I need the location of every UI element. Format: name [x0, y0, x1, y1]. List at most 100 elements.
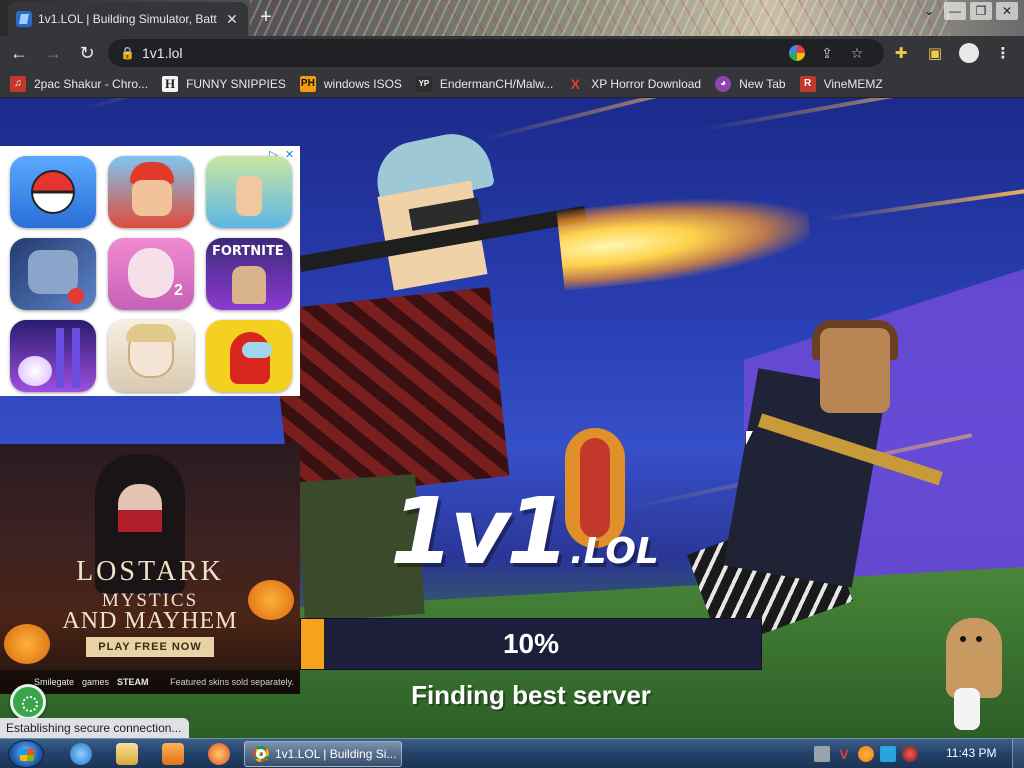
dancing-hamster [946, 618, 1002, 698]
tray-search-icon[interactable] [858, 746, 874, 762]
app-icon-anime-game[interactable] [108, 320, 194, 392]
side-panel-icon[interactable]: ▣ [920, 39, 950, 67]
bookmark-label: New Tab [739, 76, 786, 91]
lost-ark-title: LOSTARK [76, 556, 224, 587]
forward-arrow-icon[interactable]: → [38, 38, 68, 68]
lock-icon[interactable]: 🔒 [120, 46, 136, 60]
x-favicon-icon: X [570, 75, 580, 92]
tab-title: 1v1.LOL | Building Simulator, Batt [38, 12, 217, 26]
restore-icon[interactable]: ❐ [970, 2, 992, 20]
disclaimer-text: Featured skins sold separately. [170, 677, 294, 687]
media-player-icon[interactable] [162, 743, 184, 765]
browser-toolbar: ← → ↻ 🔒 1v1.lol ⇪ ☆ ✚ ▣ ⋮ [0, 36, 1024, 70]
minimize-icon[interactable]: — [944, 2, 966, 20]
bookmark-endermanch[interactable]: YP EndermanCH/Malw... [415, 75, 554, 92]
bookmark-star-icon[interactable]: ☆ [842, 45, 872, 62]
mouse-cursor-icon [746, 431, 753, 445]
bullet-streak [479, 98, 772, 142]
url-text[interactable]: 1v1.lol [142, 45, 782, 61]
app-icon-puzzle-game[interactable] [206, 156, 292, 228]
tray-v-icon[interactable]: V [836, 746, 852, 762]
address-bar[interactable]: 🔒 1v1.lol ⇪ ☆ [108, 39, 884, 67]
bookmarks-bar: ♫ 2pac Shakur - Chro... H FUNNY SNIPPIES… [0, 70, 1024, 98]
bookmark-label: XP Horror Download [591, 76, 702, 91]
show-desktop-button[interactable] [1012, 739, 1024, 768]
pinned-app-icon[interactable] [208, 743, 230, 765]
bookmark-2pac[interactable]: ♫ 2pac Shakur - Chro... [10, 75, 149, 92]
logo-main-text: 1v1 [390, 478, 570, 585]
ph-favicon-icon: PH [299, 75, 316, 92]
app-grid-ad[interactable]: ▷ ✕ 2 FORTNITE [0, 146, 300, 396]
app-icon-subway-surfers[interactable] [108, 156, 194, 228]
app-icon-tiles-hop[interactable] [10, 320, 96, 392]
new-tab-favicon-icon: ◕ [715, 75, 732, 92]
app-icon-free-fire[interactable] [10, 238, 96, 310]
app-icon-pokemon-go[interactable] [10, 156, 96, 228]
browser-tab-active[interactable]: 1v1.LOL | Building Simulator, Batt ✕ [8, 2, 248, 36]
taskbar-window-label: 1v1.LOL | Building Si... [275, 747, 397, 761]
file-explorer-icon[interactable] [116, 743, 138, 765]
bookmark-label: FUNNY SNIPPIES [186, 76, 286, 91]
reload-icon[interactable]: ↻ [72, 38, 102, 68]
extensions-puzzle-icon[interactable]: ✚ [886, 39, 916, 67]
tray-volume-icon[interactable] [902, 746, 918, 762]
bullet-streak [79, 98, 293, 112]
bullet-streak [819, 187, 1024, 222]
share-icon[interactable]: ⇪ [812, 45, 842, 62]
kebab-menu-icon[interactable]: ⋮ [988, 39, 1018, 67]
muzzle-flash [556, 185, 814, 291]
app-icon-fortnite[interactable]: FORTNITE [206, 238, 292, 310]
google-icon[interactable] [789, 45, 805, 61]
yp-favicon-icon: YP [415, 75, 432, 92]
bookmark-vinememz[interactable]: R VineMEMZ [799, 75, 883, 92]
logo-suffix-text: .LOL [570, 531, 659, 572]
games-text: games [82, 677, 110, 687]
system-tray: V [814, 739, 918, 768]
game-loading-page[interactable]: 1v1 .LOL 10% Finding best server ▷ ✕ 2 F… [0, 98, 1024, 738]
bookmark-funny-snippies[interactable]: H FUNNY SNIPPIES [162, 75, 286, 92]
steam-text: STEAM [117, 677, 149, 687]
smilegate-text: Smilegate [34, 677, 75, 687]
ad-footer: Smilegate games STEAM Featured skins sol… [0, 670, 300, 694]
window-controls: ⌄ — ❐ ✕ [918, 2, 1018, 20]
bullet-streak [699, 98, 1016, 132]
tab-close-icon[interactable]: ✕ [224, 11, 240, 28]
loading-progress-bar: 10% [300, 618, 762, 670]
lost-ark-ad[interactable]: LOSTARK MYSTICS AND MAYHEM PLAY FREE NOW… [0, 444, 300, 694]
play-free-now-button[interactable]: PLAY FREE NOW [86, 637, 214, 657]
internet-explorer-icon[interactable] [70, 743, 92, 765]
chrome-icon [253, 746, 269, 762]
bookmark-label: windows ISOS [323, 76, 402, 91]
app-grid: 2 FORTNITE [10, 156, 292, 392]
cookie-badge-icon[interactable] [10, 684, 46, 720]
angela-number: 2 [174, 282, 183, 299]
taskbar-clock[interactable]: 11:43 PM [946, 746, 996, 760]
taskbar-chrome-window[interactable]: 1v1.LOL | Building Si... [244, 741, 402, 767]
new-tab-button[interactable]: + [254, 6, 278, 29]
back-arrow-icon[interactable]: ← [4, 38, 34, 68]
windows-taskbar: 1v1.LOL | Building Si... V 11:43 PM [0, 738, 1024, 768]
start-button[interactable] [8, 740, 44, 768]
bookmark-new-tab[interactable]: ◕ New Tab [715, 75, 786, 92]
r-favicon-icon: R [799, 75, 816, 92]
custom-theme-background [250, 0, 950, 36]
game-logo: 1v1 .LOL [390, 478, 659, 585]
tray-app-icon[interactable] [814, 746, 830, 762]
tray-monitor-icon[interactable] [880, 746, 896, 762]
title-bar: 1v1.LOL | Building Simulator, Batt ✕ + ⌄… [0, 0, 1024, 36]
music-favicon-icon: ♫ [10, 75, 26, 92]
profile-avatar-icon[interactable] [954, 39, 984, 67]
tab-search-icon[interactable]: ⌄ [918, 2, 940, 20]
bookmark-xp-horror[interactable]: X XP Horror Download [567, 75, 702, 92]
bookmark-label: 2pac Shakur - Chro... [34, 76, 149, 91]
bookmark-label: EndermanCH/Malw... [439, 76, 554, 91]
fortnite-text: FORTNITE [212, 244, 284, 259]
progress-percent: 10% [502, 628, 560, 659]
app-icon-talking-angela-2[interactable]: 2 [108, 238, 194, 310]
close-window-icon[interactable]: ✕ [996, 2, 1018, 20]
app-icon-among-us[interactable] [206, 320, 292, 392]
lost-ark-subtitle-2: AND MAYHEM [62, 608, 238, 634]
bookmark-windows-isos[interactable]: PH windows ISOS [299, 75, 402, 92]
browser-status-bar: Establishing secure connection... [0, 718, 190, 738]
loading-status-message: Finding best server [411, 680, 651, 710]
